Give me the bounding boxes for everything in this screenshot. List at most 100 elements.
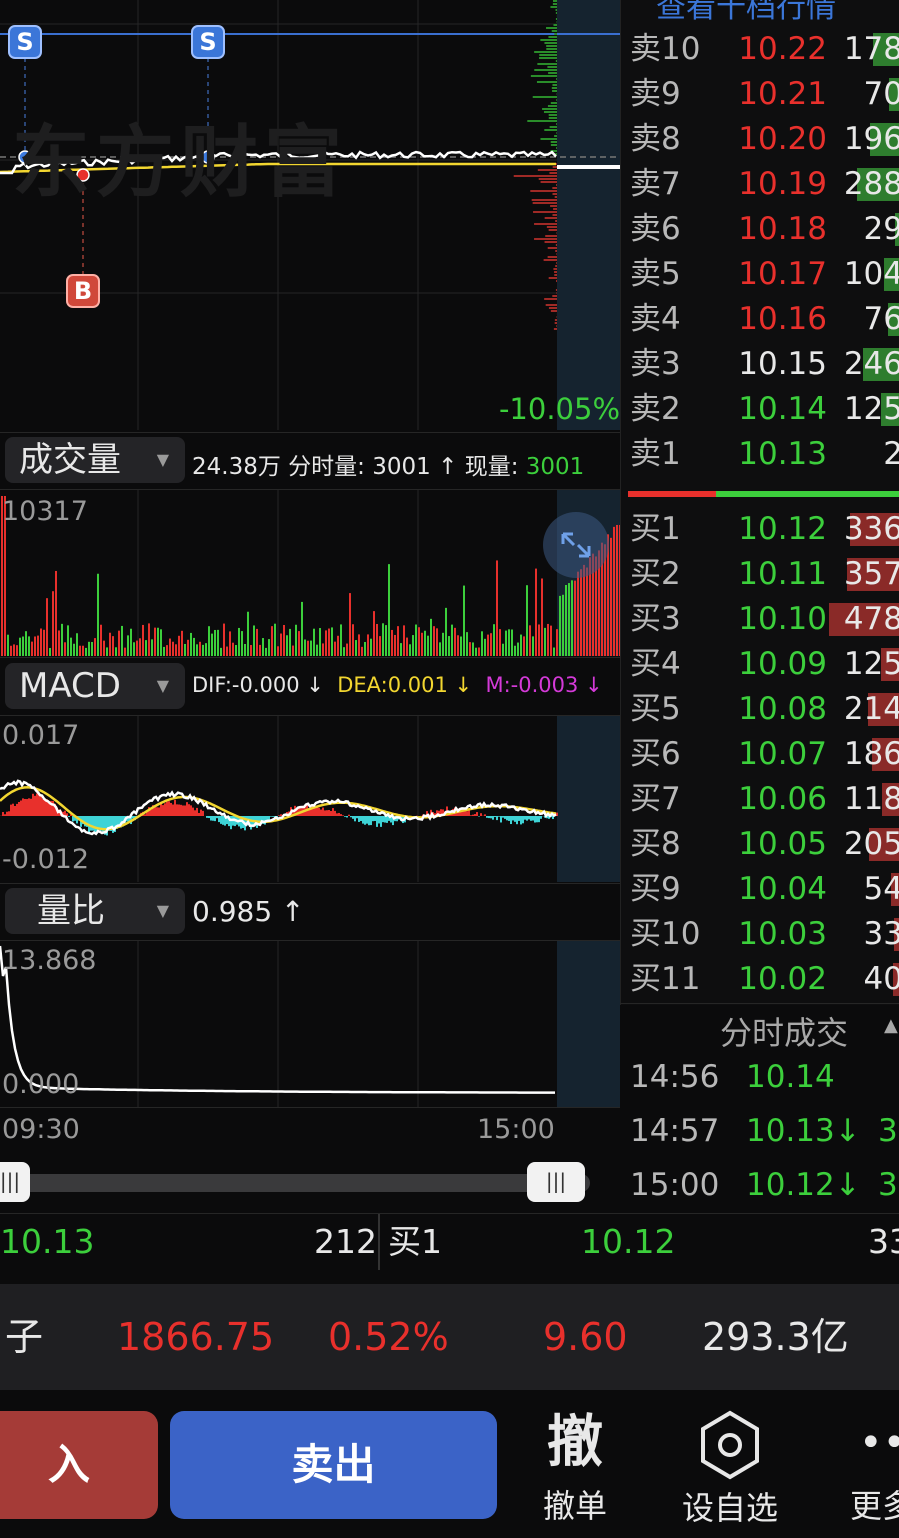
volume-bar xyxy=(274,623,276,656)
order-price: 10.14 xyxy=(738,391,827,427)
order-book-row[interactable]: 卖6 10.18 29 xyxy=(620,207,899,252)
buy-marker[interactable]: B xyxy=(66,274,100,308)
order-book-row[interactable]: 卖3 10.15 246 xyxy=(620,342,899,387)
volume-bar xyxy=(292,645,294,656)
order-book-row[interactable]: 买11 10.02 40 xyxy=(620,957,899,1002)
macd-bar xyxy=(524,816,526,820)
volume-bar xyxy=(94,638,96,656)
volume-bar xyxy=(340,624,342,656)
depth-bar-bid xyxy=(548,307,557,309)
order-level-label: 买3 xyxy=(630,601,681,637)
order-book-row[interactable]: 买8 10.05 205 xyxy=(620,822,899,867)
depth-bar-bid xyxy=(540,181,557,183)
volume-bar xyxy=(523,636,525,656)
time-range-slider[interactable]: ||| ||| xyxy=(0,1160,620,1204)
volume-bar xyxy=(16,645,18,656)
macd-bar xyxy=(532,816,534,821)
depth-bar-ask xyxy=(556,123,557,125)
volume-bar xyxy=(154,627,156,656)
volume-bar xyxy=(580,569,582,656)
order-book-row[interactable]: 买5 10.08 214 xyxy=(620,687,899,732)
macd-dea: DEA:0.001 ↓ xyxy=(337,673,473,697)
volume-bar xyxy=(172,641,174,656)
slider-left-handle[interactable]: ||| xyxy=(0,1162,30,1202)
order-book-row[interactable]: 买10 10.03 33 xyxy=(620,912,899,957)
depth-bar-bid xyxy=(538,178,557,180)
macd-bar xyxy=(506,816,508,821)
minute-trade-row: 14:56 10.14 xyxy=(620,1052,899,1102)
volume-bar xyxy=(313,628,315,656)
volume-bar xyxy=(514,645,516,656)
ratio-indicator-selector[interactable]: 量比 ▼ xyxy=(5,888,185,934)
order-book-row[interactable]: 卖9 10.21 70 xyxy=(620,72,899,117)
order-book-row[interactable]: 卖4 10.16 76 xyxy=(620,297,899,342)
volume-chart[interactable]: 10317 xyxy=(0,490,620,656)
order-level-label: 买6 xyxy=(630,736,681,772)
order-volume: 125 xyxy=(843,391,899,427)
minute-trade-row: 15:00 10.12↓ 3 xyxy=(620,1160,899,1210)
macd-bar xyxy=(26,799,28,816)
order-book-row[interactable]: 卖10 10.22 178 xyxy=(620,27,899,72)
macd-bar xyxy=(476,812,478,816)
order-book-row[interactable]: 买3 10.10 478 xyxy=(620,597,899,642)
cancel-order-button[interactable]: 撤 撤单 xyxy=(530,1405,620,1535)
macd-bar xyxy=(270,816,272,817)
price-chart[interactable]: 东方财富 S S B -10.05% xyxy=(0,0,620,430)
volume-bar xyxy=(151,639,153,656)
buy-button[interactable]: 入 xyxy=(0,1411,158,1519)
macd-bar xyxy=(28,798,30,816)
order-book-row[interactable]: 卖1 10.13 2 xyxy=(620,432,899,477)
macd-bar xyxy=(508,816,510,821)
order-level-label: 买8 xyxy=(630,826,681,862)
volume-total: 24.38万 xyxy=(192,454,281,480)
volume-bar xyxy=(307,640,309,656)
order-book-row[interactable]: 卖8 10.20 196 xyxy=(620,117,899,162)
volume-bar xyxy=(550,625,552,656)
volume-bar xyxy=(286,635,288,656)
sell-marker-1[interactable]: S xyxy=(8,25,42,59)
volume-bar xyxy=(262,638,264,656)
depth-bar-bid xyxy=(554,274,557,276)
order-level-label: 卖2 xyxy=(630,391,681,427)
order-book-row[interactable]: 卖5 10.17 104 xyxy=(620,252,899,297)
sell-button[interactable]: 卖出 xyxy=(170,1411,497,1519)
order-price: 10.18 xyxy=(738,211,827,247)
volume-indicator-selector[interactable]: 成交量 ▼ xyxy=(5,437,185,483)
order-book-row[interactable]: 买1 10.12 336 xyxy=(620,507,899,552)
add-watchlist-button[interactable]: 设自选 xyxy=(670,1405,790,1535)
depth-bar-ask xyxy=(539,54,557,56)
collapse-icon[interactable]: ▲ xyxy=(884,1015,898,1036)
order-book-row[interactable]: 卖7 10.19 288 xyxy=(620,162,899,207)
ratio-chart[interactable]: 13.868 0.000 xyxy=(0,941,620,1107)
index-strip[interactable]: 子 1866.75 0.52% 9.60 293.3亿 xyxy=(0,1284,899,1390)
volume-bar xyxy=(136,640,138,656)
order-book-row[interactable]: 买2 10.11 357 xyxy=(620,552,899,597)
macd-indicator-selector[interactable]: MACD ▼ xyxy=(5,663,185,709)
order-level-label: 买5 xyxy=(630,691,681,727)
order-book-row[interactable]: 买7 10.06 118 xyxy=(620,777,899,822)
sell-marker-2[interactable]: S xyxy=(191,25,225,59)
depth-bar-ask xyxy=(555,12,557,14)
volume-bar xyxy=(187,639,189,656)
depth-bar-ask xyxy=(556,132,557,134)
volume-bar xyxy=(61,623,63,656)
macd-bar xyxy=(160,803,162,816)
macd-bar xyxy=(40,794,42,816)
order-book-row[interactable]: 买9 10.04 54 xyxy=(620,867,899,912)
macd-chart[interactable]: 0.017 -0.012 xyxy=(0,716,620,882)
quote-strip[interactable]: 10.13 212 买1 10.12 33 xyxy=(0,1214,899,1270)
order-book-row[interactable]: 买6 10.07 186 xyxy=(620,732,899,777)
more-button[interactable]: •• 更多 xyxy=(845,1405,899,1535)
minute-trades-title[interactable]: 分时成交 xyxy=(720,1008,848,1054)
depth-bar-ask xyxy=(556,99,557,101)
depth-bar-ask xyxy=(536,81,557,83)
macd-bar xyxy=(356,816,358,819)
expand-icon[interactable] xyxy=(543,512,609,578)
order-price: 10.19 xyxy=(738,166,827,202)
top-partial-text[interactable]: 查看十档行情 xyxy=(656,0,836,26)
slider-right-handle[interactable]: ||| xyxy=(527,1162,585,1202)
order-book-row[interactable]: 买4 10.09 125 xyxy=(620,642,899,687)
more-label: 更多 xyxy=(850,1487,899,1525)
volume-bar xyxy=(469,642,471,656)
order-book-row[interactable]: 卖2 10.14 125 xyxy=(620,387,899,432)
